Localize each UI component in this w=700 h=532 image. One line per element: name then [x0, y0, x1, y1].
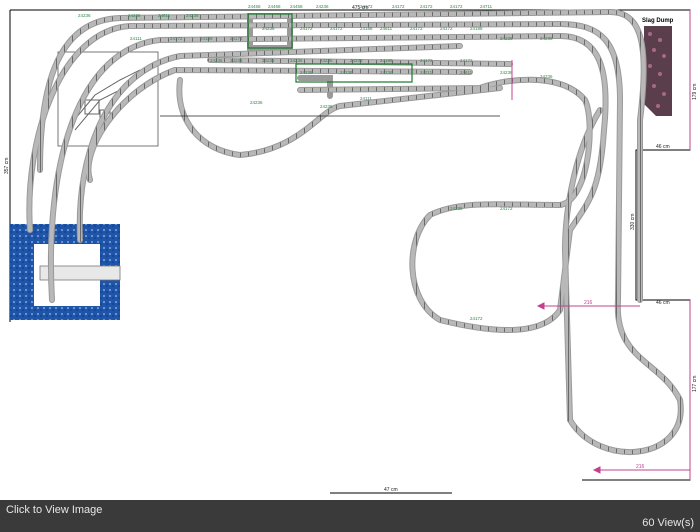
track-part-label: 24211: [420, 70, 433, 75]
track-part-label: 24236: [300, 70, 313, 75]
track-part-label: 24458: [290, 4, 303, 9]
slag-dump-label: Slag Dump: [642, 18, 674, 24]
dim-right-b: 46 cm: [656, 300, 670, 306]
track-part-label: 24236: [380, 70, 393, 75]
track-part-label: 24172: [330, 26, 343, 31]
dim-mid-a: 216: [584, 300, 593, 306]
track-part-label: 24458: [268, 4, 281, 9]
track-part-label: 24172: [450, 4, 463, 9]
track-part-label: 24458: [248, 4, 261, 9]
track-part-label: 24236: [450, 206, 463, 211]
track-part-label: 24236: [186, 13, 199, 18]
track-part-label: 24236: [320, 104, 333, 109]
track-part-label: 24236: [350, 58, 363, 63]
track-part-label: 24611: [380, 26, 393, 31]
track-part-label: 24172: [392, 4, 405, 9]
track-part-label: 24172: [470, 316, 483, 321]
track-part-label: 24172: [440, 26, 453, 31]
track-part-label: 24172: [460, 58, 473, 63]
track-part-label: 24172: [500, 206, 513, 211]
track-part-label: 24236: [320, 58, 333, 63]
dim-bottom: 47 cm: [384, 487, 398, 493]
track-part-label: 24236: [540, 36, 553, 41]
track-part-label: 24172: [420, 58, 433, 63]
track-part-label: 24236: [540, 74, 553, 79]
track-part-label: 24172: [420, 4, 433, 9]
track-part-label: 24236: [128, 13, 141, 18]
track-part-label: 24236: [340, 70, 353, 75]
track-part-label: 24236: [230, 58, 243, 63]
dim-right-v3: 177 cm: [692, 376, 698, 392]
track-part-label: 24111: [360, 96, 372, 101]
track-part-label: 24172: [360, 4, 373, 9]
track-network: [26, 8, 684, 455]
track-part-label: 24236: [250, 100, 263, 105]
dim-right-a: 46 cm: [656, 144, 670, 150]
track-part-label: 24188: [360, 26, 373, 31]
slag-dump: [644, 26, 672, 116]
track-plan-diagram: Slag Dump 475 cm 47 cm 216 216 46 cm 46 …: [4, 4, 698, 494]
track-part-label: 24172: [410, 26, 423, 31]
dim-left-v: 357 cm: [4, 158, 10, 174]
track-part-label: 24611: [460, 70, 473, 75]
track-part-label: 24236: [262, 58, 275, 63]
layout-canvas[interactable]: Slag Dump 475 cm 47 cm 216 216 46 cm 46 …: [0, 0, 700, 500]
track-part-label: 24236: [78, 13, 91, 18]
water-area: [10, 224, 121, 320]
dim-right-v1: 179 cm: [692, 84, 698, 100]
dim-mid-b: 216: [636, 464, 645, 470]
click-to-view-link[interactable]: Click to View Image: [6, 504, 102, 516]
footer-bar: Click to View Image 60 View(s): [0, 500, 700, 532]
track-part-label: 24236: [500, 36, 513, 41]
track-part-label: 24611: [158, 13, 171, 18]
dim-right-v2: 330 cm: [630, 214, 636, 230]
track-part-label: 24711: [480, 4, 493, 9]
track-part-label: 24236: [500, 70, 513, 75]
track-part-label: 24236: [210, 58, 223, 63]
track-part-label: 24188: [470, 26, 483, 31]
track-part-label: 24172: [300, 26, 313, 31]
track-part-label: 24188: [200, 36, 213, 41]
track-part-label: 24172: [230, 36, 243, 41]
track-part-label: 24188: [380, 58, 393, 63]
view-count: 60 View(s): [642, 517, 694, 529]
track-part-label: 24111: [130, 36, 142, 41]
track-part-label: 24236: [262, 26, 275, 31]
track-part-label: 24236: [290, 58, 303, 63]
track-part-label: 24172: [170, 36, 183, 41]
track-part-label: 24236: [316, 4, 329, 9]
